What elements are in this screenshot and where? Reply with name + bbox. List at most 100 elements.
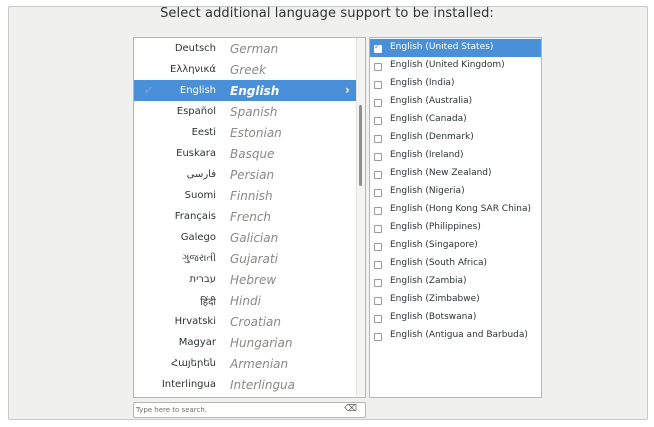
search-field[interactable]: ⌫ — [133, 402, 366, 418]
page-title: Select additional language support to be… — [160, 6, 494, 21]
locale-label: English (Australia) — [390, 96, 473, 106]
locale-row[interactable]: English (New Zealand) — [370, 165, 541, 183]
locale-row[interactable]: ✓ English (United States) — [370, 39, 541, 57]
clear-search-icon[interactable]: ⌫ — [344, 404, 357, 414]
locale-list[interactable]: ✓ English (United States) English (United … — [369, 37, 542, 398]
language-native-name: Español — [176, 106, 216, 117]
language-english-name: Armenian — [230, 356, 289, 371]
language-native-name: Galego — [180, 232, 216, 243]
language-row[interactable]: ✔ English English › — [134, 80, 356, 101]
scrollbar-thumb[interactable] — [359, 105, 362, 186]
locale-row[interactable]: English (South Africa) — [370, 255, 541, 273]
locale-label: English (New Zealand) — [390, 168, 492, 178]
locale-checkbox[interactable] — [374, 99, 382, 107]
locale-checkbox[interactable]: ✓ — [374, 42, 382, 53]
locale-row[interactable]: English (Canada) — [370, 111, 541, 129]
locale-row[interactable]: English (Zambia) — [370, 273, 541, 291]
locale-checkbox[interactable] — [374, 81, 382, 89]
language-row[interactable]: Eesti Estonian — [134, 122, 356, 143]
language-list[interactable]: Deutsch German Ελληνικά Greek ✔ English Englis… — [133, 37, 366, 398]
language-native-name: Interlingua — [161, 379, 216, 390]
locale-checkbox[interactable] — [374, 171, 382, 179]
language-row[interactable]: فارسی Persian — [134, 164, 356, 185]
locale-label: English (Singapore) — [390, 240, 478, 250]
language-english-name: Interlingua — [230, 377, 296, 392]
language-list-scrollbar[interactable] — [356, 38, 365, 396]
language-english-name: Gujarati — [230, 251, 278, 266]
locale-label: English (Denmark) — [390, 132, 474, 142]
language-row[interactable]: ગુજરાતી Gujarati — [134, 248, 356, 269]
check-icon: ✔ — [144, 84, 154, 97]
locale-checkbox[interactable] — [374, 135, 382, 143]
locale-label: English (Nigeria) — [390, 186, 465, 196]
locale-row[interactable]: English (United Kingdom) — [370, 57, 541, 75]
language-row[interactable]: Ελληνικά Greek — [134, 59, 356, 80]
locale-checkbox[interactable] — [374, 297, 382, 305]
language-english-name: Hebrew — [230, 272, 277, 287]
language-row[interactable]: Հայերեն Armenian — [134, 353, 356, 374]
locale-row[interactable]: English (Nigeria) — [370, 183, 541, 201]
chevron-right-icon: › — [345, 83, 350, 97]
locale-label: English (Botswana) — [390, 312, 477, 322]
locale-label: English (Antigua and Barbuda) — [390, 330, 528, 340]
locale-label: English (Canada) — [390, 114, 467, 124]
language-native-name: Deutsch — [174, 43, 216, 54]
locale-label: English (Philippines) — [390, 222, 481, 232]
locale-checkbox[interactable] — [374, 315, 382, 323]
language-row[interactable]: Euskara Basque — [134, 143, 356, 164]
locale-row[interactable]: English (India) — [370, 75, 541, 93]
locale-row[interactable]: English (Singapore) — [370, 237, 541, 255]
language-row[interactable]: Français French — [134, 206, 356, 227]
language-row[interactable]: Galego Galician — [134, 227, 356, 248]
language-english-name: French — [230, 209, 272, 224]
language-native-name: Français — [174, 211, 216, 222]
language-row[interactable]: Español Spanish — [134, 101, 356, 122]
language-row[interactable]: Interlingua Interlingua — [134, 374, 356, 395]
language-native-name: Euskara — [176, 148, 216, 159]
language-row[interactable]: Deutsch German — [134, 38, 356, 59]
locale-checkbox[interactable] — [374, 117, 382, 125]
language-english-name: Persian — [230, 167, 275, 182]
language-row[interactable]: Bahasa IndonesiaIndonesian — [134, 395, 356, 397]
locale-checkbox[interactable] — [374, 63, 382, 71]
locale-checkbox[interactable] — [374, 333, 382, 341]
language-native-name: עברית — [189, 274, 217, 285]
locale-label: English (Zimbabwe) — [390, 294, 480, 304]
locale-label: English (India) — [390, 78, 455, 88]
language-english-name: Basque — [230, 146, 275, 161]
locale-row[interactable]: English (Antigua and Barbuda) — [370, 327, 541, 345]
language-row[interactable]: हिंदी Hindi — [134, 290, 356, 311]
language-native-name: Հայերեն — [171, 358, 216, 369]
language-row[interactable]: עברית Hebrew — [134, 269, 356, 290]
language-native-name: Hrvatski — [174, 316, 216, 327]
locale-row[interactable]: English (Australia) — [370, 93, 541, 111]
locale-label: English (Hong Kong SAR China) — [390, 204, 532, 214]
locale-row[interactable]: English (Philippines) — [370, 219, 541, 237]
locale-checkbox[interactable] — [374, 153, 382, 161]
locale-row[interactable]: English (Hong Kong SAR China) — [370, 201, 541, 219]
locale-checkbox[interactable] — [374, 243, 382, 251]
language-english-name: English — [230, 83, 280, 98]
locale-row[interactable]: English (Zimbabwe) — [370, 291, 541, 309]
language-row[interactable]: Magyar Hungarian — [134, 332, 356, 353]
locale-label: English (United Kingdom) — [390, 60, 505, 70]
locale-checkbox[interactable] — [374, 189, 382, 197]
locale-checkbox[interactable] — [374, 261, 382, 269]
locale-label: English (Zambia) — [390, 276, 467, 286]
language-native-name: हिंदी — [200, 296, 216, 308]
language-english-name: Croatian — [230, 314, 282, 329]
locale-checkbox[interactable] — [374, 279, 382, 287]
language-english-name: Greek — [230, 62, 266, 77]
language-english-name: Spanish — [230, 104, 278, 119]
language-native-name: Magyar — [178, 337, 216, 348]
locale-checkbox[interactable] — [374, 225, 382, 233]
locale-label: English (Ireland) — [390, 150, 464, 160]
locale-row[interactable]: English (Botswana) — [370, 309, 541, 327]
language-row[interactable]: Hrvatski Croatian — [134, 311, 356, 332]
language-row[interactable]: Suomi Finnish — [134, 185, 356, 206]
locale-row[interactable]: English (Ireland) — [370, 147, 541, 165]
locale-row[interactable]: English (Denmark) — [370, 129, 541, 147]
locale-checkbox[interactable] — [374, 207, 382, 215]
checkmark-icon: ✓ — [374, 42, 381, 51]
search-input[interactable] — [136, 403, 336, 417]
